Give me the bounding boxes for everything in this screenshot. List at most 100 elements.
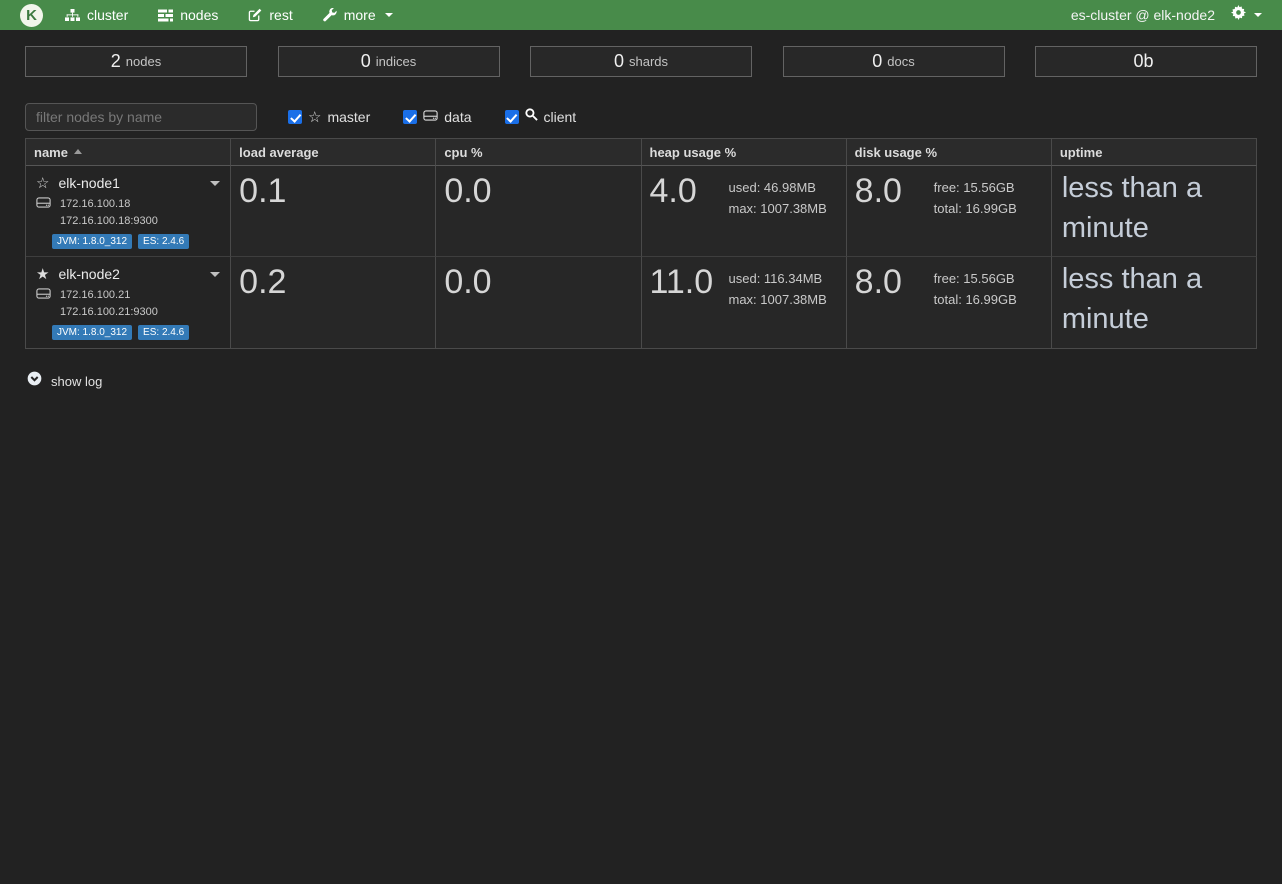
column-header-cpu[interactable]: cpu % — [436, 138, 641, 166]
nav-item-label: more — [344, 7, 376, 23]
data-checkbox[interactable] — [403, 110, 417, 124]
disk-percent-value: 8.0 — [855, 172, 934, 220]
sort-asc-icon — [74, 149, 82, 154]
node-name: elk-node1 — [58, 175, 120, 191]
hdd-icon — [423, 108, 438, 126]
gear-icon — [1231, 5, 1246, 25]
node-expand-caret[interactable] — [210, 272, 220, 277]
stat-value: 2 — [111, 51, 121, 72]
column-label: uptime — [1060, 145, 1103, 160]
es-version-badge: ES: 2.4.6 — [138, 325, 189, 340]
navbar-right: es-cluster @ elk-node2 — [1071, 5, 1262, 25]
heap-used: used: 116.34MB — [729, 269, 827, 290]
search-icon — [525, 108, 538, 126]
cpu-cell: 0.0 — [436, 257, 641, 348]
node-name-cell[interactable]: ★ elk-node2 172.16.100.21 172.16.100.21:… — [26, 257, 231, 348]
node-name: elk-node2 — [58, 266, 120, 282]
stat-label: docs — [887, 54, 914, 69]
column-label: disk usage % — [855, 145, 937, 160]
nav-item-label: rest — [269, 7, 292, 23]
disk-total: total: 16.99GB — [934, 290, 1017, 311]
kopf-logo[interactable]: K — [20, 4, 43, 27]
stat-shards: 0 shards — [530, 46, 752, 77]
sitemap-icon — [65, 9, 80, 22]
uptime-cell: less than a minute — [1052, 166, 1257, 257]
cpu-value: 0.0 — [444, 172, 523, 211]
stat-value: 0 — [872, 51, 882, 72]
heap-percent-value: 11.0 — [650, 263, 729, 311]
filter-label-data: data — [444, 109, 471, 125]
edit-icon — [248, 8, 262, 22]
node-ip: 172.16.100.21 — [60, 289, 130, 301]
heap-cell: 4.0 used: 46.98MB max: 1007.38MB — [642, 166, 847, 257]
nav-menu: cluster nodes rest — [65, 7, 393, 23]
nav-item-nodes[interactable]: nodes — [158, 7, 218, 23]
client-checkbox[interactable] — [505, 110, 519, 124]
nav-item-rest[interactable]: rest — [248, 7, 292, 23]
cluster-stats-row: 2 nodes 0 indices 0 shards 0 docs 0b — [25, 46, 1257, 77]
star-filled-icon: ★ — [36, 267, 49, 282]
hdd-icon — [36, 288, 51, 302]
disk-total: total: 16.99GB — [934, 199, 1017, 220]
heap-cell: 11.0 used: 116.34MB max: 1007.38MB — [642, 257, 847, 348]
filter-master-group: ☆ master — [288, 109, 370, 125]
uptime-value: less than a minute — [1052, 257, 1256, 339]
column-header-uptime[interactable]: uptime — [1052, 138, 1257, 166]
node-transport-address: 172.16.100.18:9300 — [26, 211, 230, 227]
nodes-table: name load average cpu % heap usage % dis… — [25, 138, 1257, 349]
heap-percent-value: 4.0 — [650, 172, 729, 220]
load-average-value: 0.2 — [239, 263, 318, 302]
filter-nodes-input[interactable] — [25, 103, 257, 131]
node-expand-caret[interactable] — [210, 181, 220, 186]
stat-label: shards — [629, 54, 668, 69]
stat-value: 0b — [1133, 51, 1153, 72]
column-header-name[interactable]: name — [26, 138, 231, 166]
column-label: load average — [239, 145, 319, 160]
master-checkbox[interactable] — [288, 110, 302, 124]
star-icon: ☆ — [308, 110, 321, 125]
heap-max: max: 1007.38MB — [729, 199, 827, 220]
column-label: name — [34, 145, 68, 160]
column-header-heap[interactable]: heap usage % — [642, 138, 847, 166]
stat-indices: 0 indices — [278, 46, 500, 77]
load-average-value: 0.1 — [239, 172, 318, 211]
stat-size: 0b — [1035, 46, 1257, 77]
node-name-cell[interactable]: ☆ elk-node1 172.16.100.18 172.16.100.18:… — [26, 166, 231, 257]
stat-nodes: 2 nodes — [25, 46, 247, 77]
load-average-cell: 0.2 — [231, 257, 436, 348]
nav-item-label: nodes — [180, 7, 218, 23]
heap-max: max: 1007.38MB — [729, 290, 827, 311]
heap-used: used: 46.98MB — [729, 178, 827, 199]
disk-percent-value: 8.0 — [855, 263, 934, 311]
column-label: heap usage % — [650, 145, 737, 160]
nav-item-cluster[interactable]: cluster — [65, 7, 128, 23]
column-header-disk[interactable]: disk usage % — [847, 138, 1052, 166]
stat-docs: 0 docs — [783, 46, 1005, 77]
navbar: K cluster — [0, 0, 1282, 30]
caret-down-icon — [1254, 13, 1262, 17]
column-label: cpu % — [444, 145, 482, 160]
nav-item-more[interactable]: more — [323, 7, 393, 23]
cpu-cell: 0.0 — [436, 166, 641, 257]
stat-value: 0 — [614, 51, 624, 72]
cpu-value: 0.0 — [444, 263, 523, 302]
show-log-label: show log — [51, 374, 102, 389]
nav-item-label: cluster — [87, 7, 128, 23]
star-outline-icon: ☆ — [36, 176, 49, 191]
filter-label-client: client — [544, 109, 577, 125]
disk-cell: 8.0 free: 15.56GB total: 16.99GB — [847, 166, 1052, 257]
filter-data-group: data — [403, 108, 471, 126]
filter-client-group: client — [505, 108, 577, 126]
settings-button[interactable] — [1231, 5, 1262, 25]
stat-label: indices — [376, 54, 416, 69]
node-ip: 172.16.100.18 — [60, 198, 130, 210]
es-version-badge: ES: 2.4.6 — [138, 234, 189, 249]
uptime-value: less than a minute — [1052, 166, 1256, 248]
load-average-cell: 0.1 — [231, 166, 436, 257]
jvm-version-badge: JVM: 1.8.0_312 — [52, 234, 132, 249]
column-header-load[interactable]: load average — [231, 138, 436, 166]
show-log-toggle[interactable]: show log — [27, 371, 1282, 391]
disk-free: free: 15.56GB — [934, 178, 1017, 199]
wrench-icon — [323, 8, 337, 22]
stat-label: nodes — [126, 54, 161, 69]
